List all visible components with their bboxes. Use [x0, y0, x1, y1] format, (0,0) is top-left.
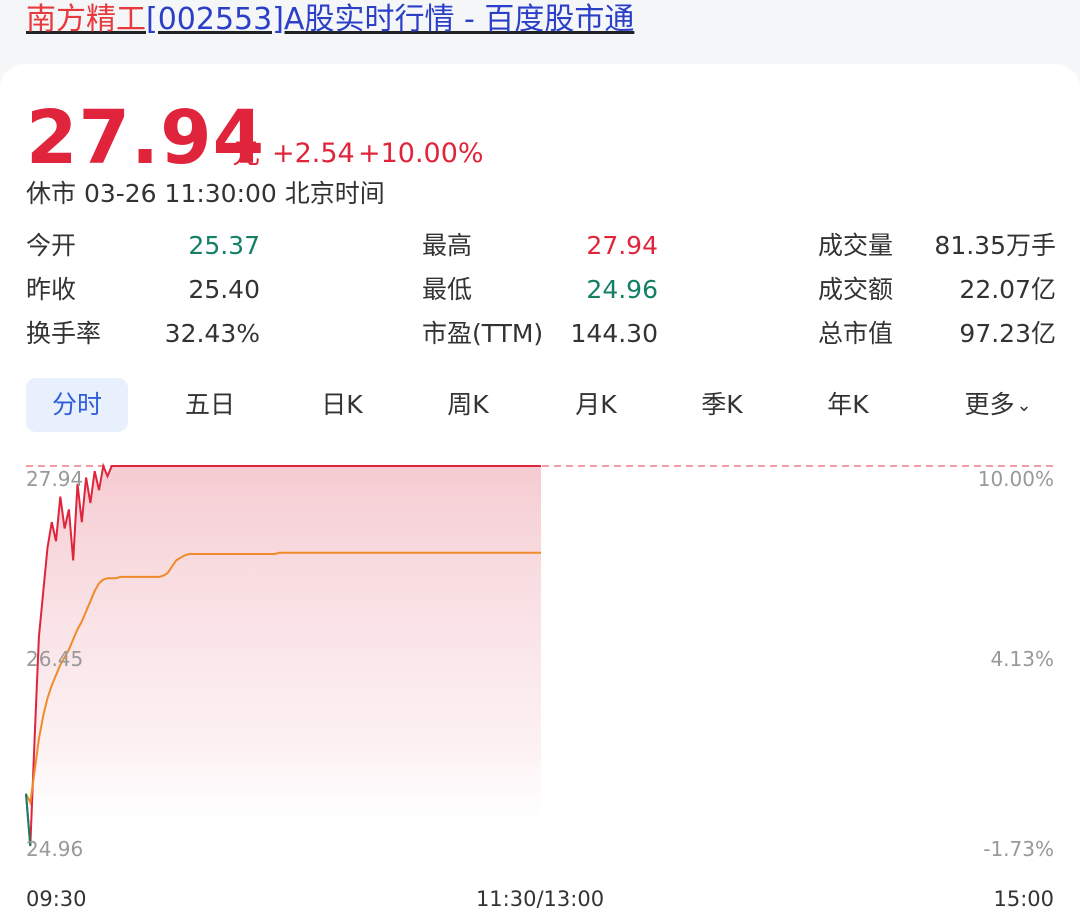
stat-value-volume: 81.35万手 [934, 231, 1056, 260]
x-tick-open: 09:30 [26, 887, 87, 911]
y-left-tick-mid: 26.45 [26, 647, 83, 671]
y-right-tick-mid: 4.13% [990, 647, 1054, 671]
stat-value-market-cap: 97.23亿 [959, 319, 1056, 348]
stat-value-low: 24.96 [586, 275, 658, 304]
current-price: 27.94 [26, 95, 266, 181]
stat-value-amount: 22.07亿 [959, 275, 1056, 304]
chart-series-layer [25, 462, 541, 847]
tab-more[interactable]: 更多 ⌄ [940, 378, 1056, 432]
stat-label-turnover: 换手率 [26, 319, 102, 348]
stat-label-open: 今开 [26, 231, 77, 260]
x-tick-midday: 11:30/13:00 [476, 887, 604, 911]
y-right-tick-bottom: -1.73% [983, 837, 1054, 861]
intraday-chart[interactable]: 27.94 26.45 24.96 10.00% 4.13% -1.73% 09… [0, 450, 1080, 918]
tab-five-day[interactable]: 五日 [158, 378, 262, 432]
tab-intraday[interactable]: 分时 [26, 378, 128, 432]
price-change-percent: +10.00% [358, 138, 484, 169]
stat-value-open: 25.37 [188, 231, 260, 260]
stat-value-turnover: 32.43% [164, 319, 260, 348]
tab-more-label: 更多 [964, 390, 1015, 419]
tab-quarterly-k[interactable]: 季K [670, 378, 774, 432]
page-title-rest[interactable]: [002553]A股实时行情 - 百度股市通 [146, 2, 634, 37]
stat-label-high: 最高 [422, 231, 473, 260]
y-right-tick-top: 10.00% [978, 467, 1054, 491]
stat-value-prev-close: 25.40 [188, 275, 260, 304]
stat-label-volume: 成交量 [818, 231, 894, 260]
stock-name[interactable]: 南方精工 [26, 2, 146, 37]
stat-value-pe-ttm: 144.30 [570, 319, 658, 348]
market-status: 休市 03-26 11:30:00 北京时间 [26, 179, 385, 208]
quote-stats: 今开 25.37 昨收 25.40 换手率 32.43% 最高 27.94 最低… [26, 228, 1056, 358]
tab-weekly-k[interactable]: 周K [416, 378, 520, 432]
tab-monthly-k[interactable]: 月K [544, 378, 648, 432]
tab-daily-k[interactable]: 日K [290, 378, 394, 432]
stat-label-prev-close: 昨收 [26, 275, 77, 304]
chart-period-tabs: 分时 五日 日K 周K 月K 季K 年K 更多 ⌄ [26, 378, 1056, 432]
tab-yearly-k[interactable]: 年K [796, 378, 900, 432]
price-change: +2.54 [272, 138, 355, 169]
stat-label-amount: 成交额 [818, 275, 894, 304]
y-left-tick-top: 27.94 [26, 467, 83, 491]
price-area-fill [26, 466, 541, 846]
x-tick-close: 15:00 [993, 887, 1054, 911]
stat-label-pe-ttm: 市盈(TTM) [422, 319, 544, 348]
stat-label-market-cap: 总市值 [818, 319, 894, 348]
stat-label-low: 最低 [422, 275, 473, 304]
page-title-link[interactable]: 南方精工[002553]A股实时行情 - 百度股市通 [26, 0, 634, 40]
price-unit: 元 [232, 137, 261, 170]
chevron-down-icon: ⌄ [1016, 395, 1032, 416]
stat-value-high: 27.94 [586, 231, 658, 260]
y-left-tick-bottom: 24.96 [26, 837, 83, 861]
